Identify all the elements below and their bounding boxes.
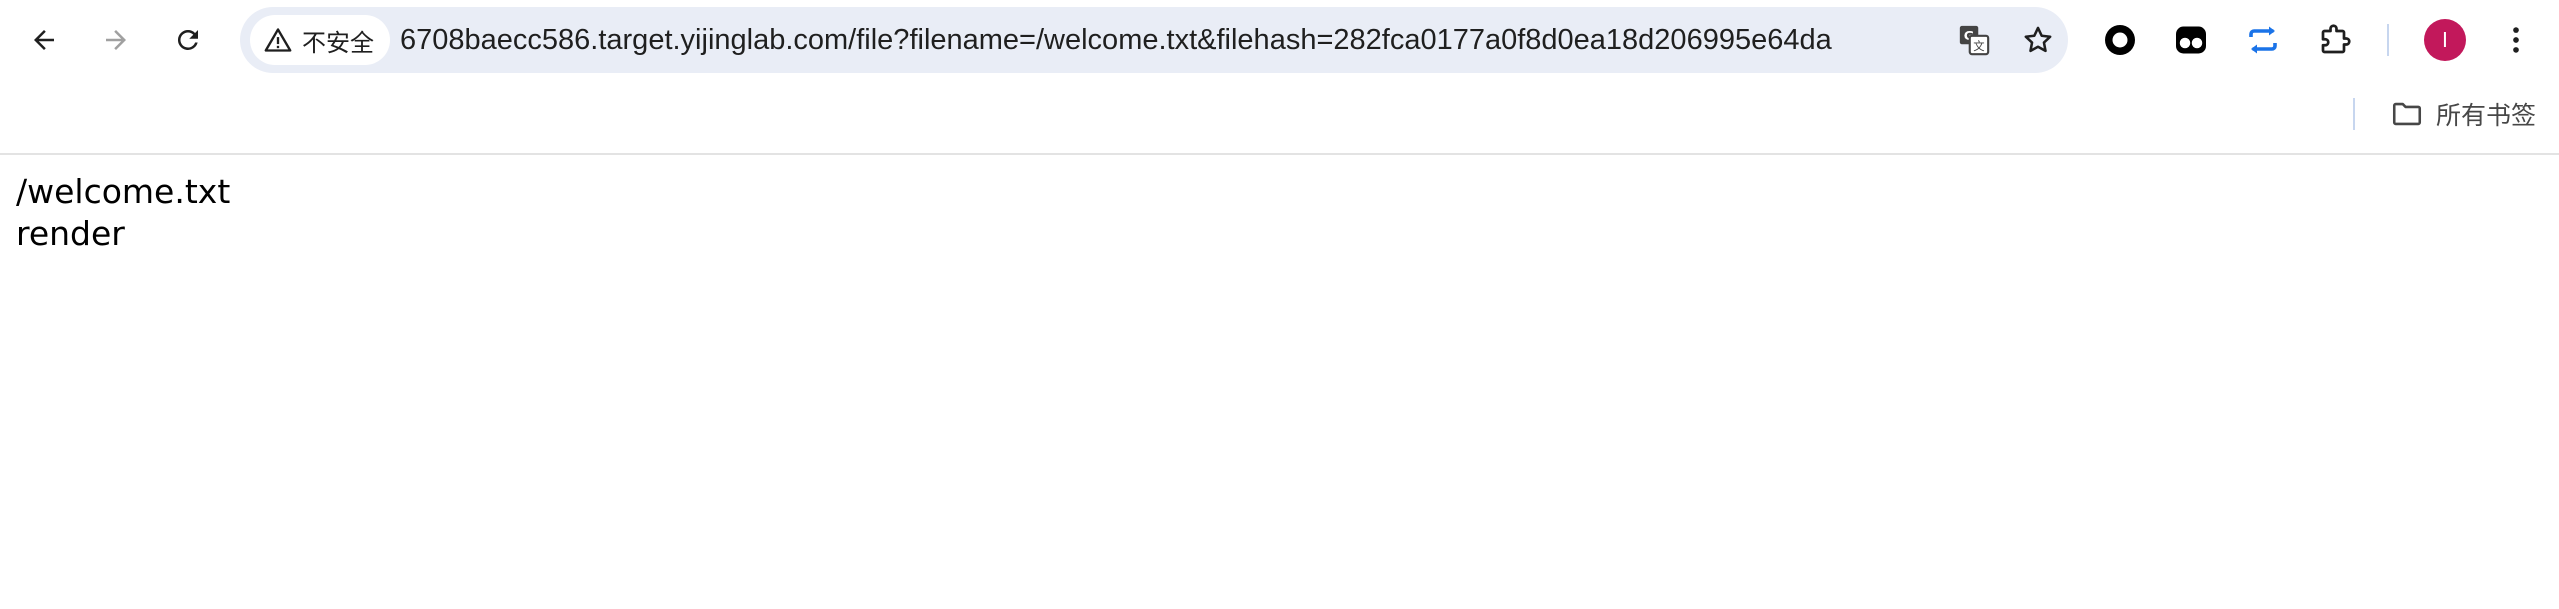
translate-button[interactable]: G 文	[1954, 20, 1994, 60]
arrow-left-icon	[34, 30, 54, 50]
browser-menu-button[interactable]	[2494, 18, 2538, 62]
reload-icon	[177, 29, 198, 50]
browser-chrome: 不安全 6708baecc586.target.yijinglab.com/fi…	[0, 0, 2559, 155]
all-bookmarks-button[interactable]: 所有书签	[2384, 92, 2542, 136]
address-bar[interactable]: 不安全 6708baecc586.target.yijinglab.com/fi…	[240, 7, 2068, 73]
file-name-line: /welcome.txt	[16, 172, 231, 211]
render-line: render	[16, 214, 125, 253]
toolbar-divider	[2387, 24, 2389, 56]
folder-icon	[2392, 102, 2422, 126]
browser-toolbar: 不安全 6708baecc586.target.yijinglab.com/fi…	[0, 0, 2559, 80]
svg-text:文: 文	[1973, 39, 1984, 53]
all-bookmarks-label: 所有书签	[2436, 101, 2537, 130]
back-button[interactable]	[20, 16, 68, 64]
page-content: /welcome.txt render	[16, 171, 230, 255]
translate-icon: G 文	[1959, 25, 1990, 56]
extensions-button[interactable]	[2313, 18, 2357, 62]
url-text[interactable]: 6708baecc586.target.yijinglab.com/file?f…	[400, 7, 1980, 73]
bookmarks-bar: 所有书签	[0, 80, 2559, 153]
arrow-right-icon	[106, 30, 126, 50]
security-indicator[interactable]: 不安全	[250, 15, 390, 65]
sync-extension-button[interactable]	[2241, 18, 2285, 62]
dual-toggle-extension-icon	[2176, 26, 2206, 54]
circle-extension-button[interactable]	[2098, 18, 2142, 62]
circle-extension-icon	[2105, 25, 2135, 55]
reload-button[interactable]	[164, 16, 212, 64]
profile-avatar[interactable]: I	[2424, 19, 2466, 61]
bookmarks-divider	[2353, 98, 2355, 130]
star-icon	[2024, 26, 2052, 53]
bookmark-star-button[interactable]	[2018, 20, 2058, 60]
more-vertical-icon	[2513, 27, 2519, 53]
sync-arrows-extension-icon	[2249, 26, 2277, 54]
dual-toggle-extension-button[interactable]	[2169, 18, 2213, 62]
puzzle-extensions-icon	[2321, 24, 2351, 54]
warning-triangle-icon	[264, 26, 292, 54]
forward-button[interactable]	[92, 16, 140, 64]
security-label: 不安全	[302, 28, 374, 57]
